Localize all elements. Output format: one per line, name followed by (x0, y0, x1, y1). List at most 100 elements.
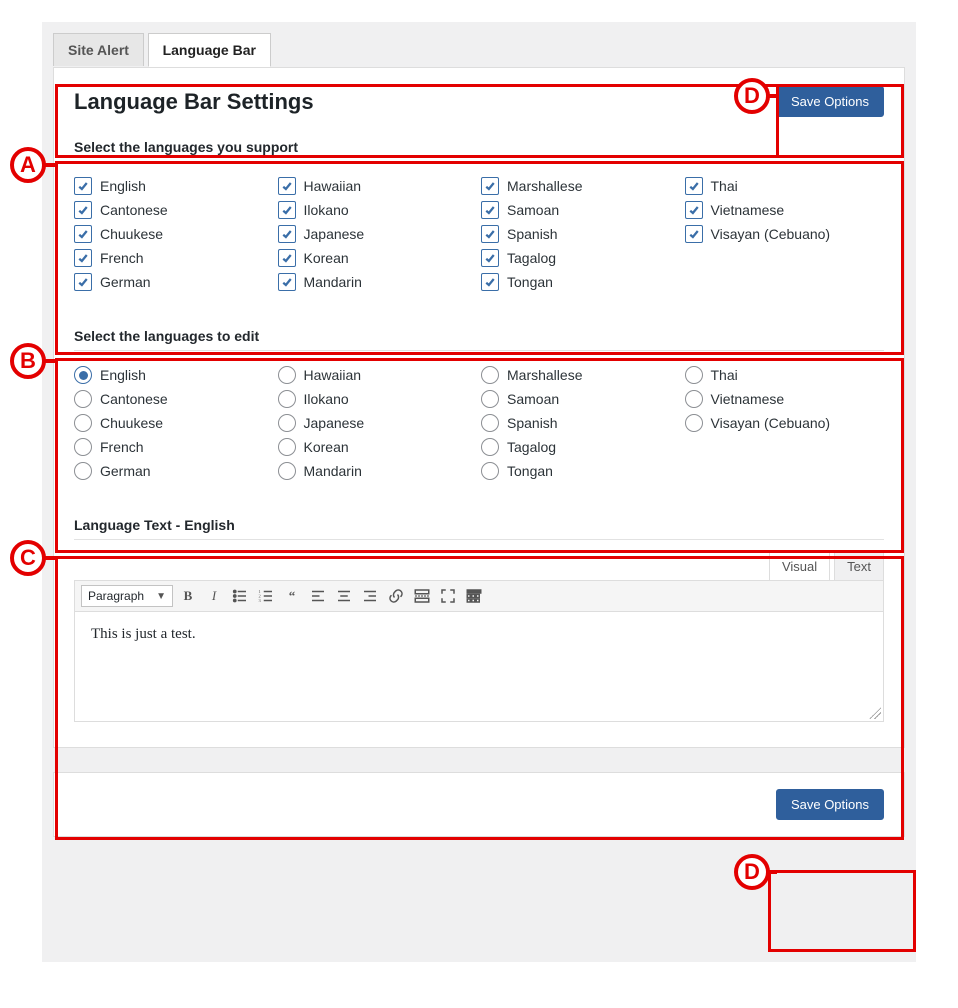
radio-unchecked-icon[interactable] (74, 438, 92, 456)
checkbox-checked-icon[interactable] (74, 177, 92, 195)
checkbox-checked-icon[interactable] (278, 177, 296, 195)
bold-button[interactable]: B (177, 585, 199, 607)
checkbox-checked-icon[interactable] (481, 201, 499, 219)
edit-option[interactable]: German (74, 459, 274, 483)
checkbox-checked-icon[interactable] (685, 201, 703, 219)
support-option[interactable]: Ilokano (278, 198, 478, 222)
checkbox-checked-icon[interactable] (278, 225, 296, 243)
support-option[interactable]: Spanish (481, 222, 681, 246)
edit-option[interactable]: Ilokano (278, 387, 478, 411)
support-option[interactable]: German (74, 270, 274, 294)
edit-option[interactable]: French (74, 435, 274, 459)
radio-checked-icon[interactable] (74, 366, 92, 384)
edit-option[interactable]: Samoan (481, 387, 681, 411)
radio-unchecked-icon[interactable] (481, 366, 499, 384)
support-option[interactable]: Japanese (278, 222, 478, 246)
blockquote-button[interactable]: “ (281, 585, 303, 607)
radio-unchecked-icon[interactable] (74, 390, 92, 408)
edit-option[interactable]: Marshallese (481, 363, 681, 387)
radio-unchecked-icon[interactable] (278, 438, 296, 456)
radio-unchecked-icon[interactable] (685, 414, 703, 432)
support-option[interactable]: Korean (278, 246, 478, 270)
support-option[interactable]: Mandarin (278, 270, 478, 294)
support-option[interactable]: Tongan (481, 270, 681, 294)
support-option[interactable]: Marshallese (481, 174, 681, 198)
radio-unchecked-icon[interactable] (685, 366, 703, 384)
link-button[interactable] (385, 585, 407, 607)
edit-option[interactable]: Chuukese (74, 411, 274, 435)
align-center-button[interactable] (333, 585, 355, 607)
editor-tab-text[interactable]: Text (834, 552, 884, 580)
edit-option[interactable]: English (74, 363, 274, 387)
editor-content[interactable]: This is just a test. (74, 612, 884, 722)
editor-tab-visual[interactable]: Visual (769, 552, 830, 580)
checkbox-checked-icon[interactable] (74, 225, 92, 243)
radio-unchecked-icon[interactable] (481, 414, 499, 432)
checkbox-checked-icon[interactable] (685, 177, 703, 195)
edit-option[interactable]: Thai (685, 363, 885, 387)
support-option[interactable]: English (74, 174, 274, 198)
language-label: French (100, 439, 144, 455)
support-option[interactable]: Vietnamese (685, 198, 885, 222)
language-label: Marshallese (507, 178, 582, 194)
checkbox-checked-icon[interactable] (481, 225, 499, 243)
edit-option[interactable]: Japanese (278, 411, 478, 435)
support-option[interactable]: Samoan (481, 198, 681, 222)
numbered-list-button[interactable]: 123 (255, 585, 277, 607)
edit-option[interactable]: Spanish (481, 411, 681, 435)
language-label: Thai (711, 367, 738, 383)
radio-unchecked-icon[interactable] (278, 390, 296, 408)
fullscreen-button[interactable] (437, 585, 459, 607)
align-right-button[interactable] (359, 585, 381, 607)
save-options-button-top[interactable]: Save Options (776, 86, 884, 117)
checkbox-checked-icon[interactable] (278, 249, 296, 267)
checkbox-checked-icon[interactable] (278, 273, 296, 291)
radio-unchecked-icon[interactable] (278, 414, 296, 432)
italic-button[interactable]: I (203, 585, 225, 607)
radio-unchecked-icon[interactable] (481, 462, 499, 480)
edit-option[interactable]: Cantonese (74, 387, 274, 411)
edit-option[interactable]: Tagalog (481, 435, 681, 459)
checkbox-checked-icon[interactable] (74, 249, 92, 267)
support-option[interactable]: Hawaiian (278, 174, 478, 198)
radio-unchecked-icon[interactable] (74, 462, 92, 480)
edit-option[interactable]: Korean (278, 435, 478, 459)
checkbox-checked-icon[interactable] (481, 273, 499, 291)
checkbox-checked-icon[interactable] (481, 249, 499, 267)
radio-unchecked-icon[interactable] (685, 390, 703, 408)
checkbox-checked-icon[interactable] (74, 273, 92, 291)
readmore-button[interactable] (411, 585, 433, 607)
edit-option[interactable]: Mandarin (278, 459, 478, 483)
radio-unchecked-icon[interactable] (481, 390, 499, 408)
align-left-button[interactable] (307, 585, 329, 607)
language-label: English (100, 367, 146, 383)
bullet-list-button[interactable] (229, 585, 251, 607)
toolbar-toggle-button[interactable] (463, 585, 485, 607)
edit-option[interactable]: Hawaiian (278, 363, 478, 387)
checkbox-checked-icon[interactable] (481, 177, 499, 195)
divider (74, 539, 884, 540)
support-option[interactable]: French (74, 246, 274, 270)
format-select[interactable]: Paragraph ▼ (81, 585, 173, 607)
checkbox-checked-icon[interactable] (685, 225, 703, 243)
checkbox-checked-icon[interactable] (74, 201, 92, 219)
support-option[interactable]: Thai (685, 174, 885, 198)
language-label: Tagalog (507, 250, 556, 266)
tab-language-bar[interactable]: Language Bar (148, 33, 271, 67)
edit-option[interactable]: Visayan (Cebuano) (685, 411, 885, 435)
radio-unchecked-icon[interactable] (278, 366, 296, 384)
save-options-button-bottom[interactable]: Save Options (776, 789, 884, 820)
edit-option[interactable]: Tongan (481, 459, 681, 483)
edit-option[interactable]: Vietnamese (685, 387, 885, 411)
support-option[interactable]: Visayan (Cebuano) (685, 222, 885, 246)
support-option[interactable]: Cantonese (74, 198, 274, 222)
support-option[interactable]: Chuukese (74, 222, 274, 246)
support-option[interactable]: Tagalog (481, 246, 681, 270)
language-label: Samoan (507, 202, 559, 218)
radio-unchecked-icon[interactable] (278, 462, 296, 480)
radio-unchecked-icon[interactable] (74, 414, 92, 432)
radio-unchecked-icon[interactable] (481, 438, 499, 456)
checkbox-checked-icon[interactable] (278, 201, 296, 219)
resize-handle[interactable] (869, 707, 881, 719)
tab-site-alert[interactable]: Site Alert (53, 33, 144, 66)
